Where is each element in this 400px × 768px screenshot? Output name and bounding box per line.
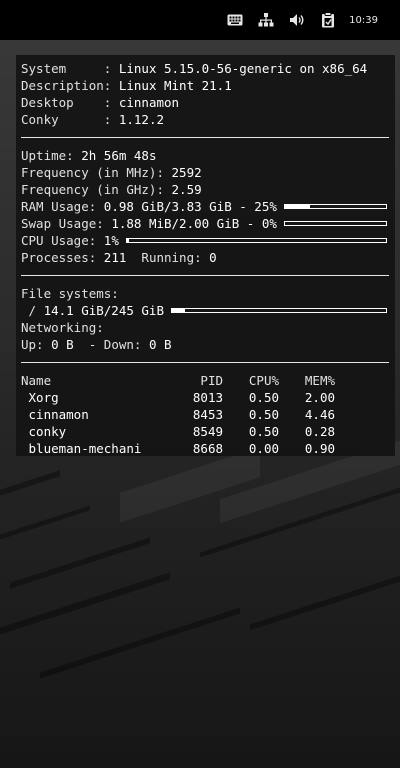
freq-mhz-row: Frequency (in MHz): 2592: [21, 164, 390, 181]
networking-title: Networking:: [21, 320, 104, 335]
swap-usage-bar: [283, 221, 387, 226]
cpu-row: CPU Usage: 1%: [21, 232, 390, 249]
cpu-usage-fill: [126, 239, 130, 242]
conky-value: 1.12.2: [118, 112, 164, 127]
cpu-usage-bar: [125, 238, 387, 243]
conky-widget: System : Linux 5.15.0-56-generic on x86_…: [16, 55, 395, 456]
process-mem: 0.28: [304, 424, 335, 439]
system-tray: 10:39: [219, 0, 400, 40]
ram-value: 0.98 GiB/3.83 GiB - 25%: [103, 199, 277, 214]
root-fs-label: /: [21, 303, 44, 318]
process-pid: 8549: [192, 424, 223, 439]
ram-usage-fill: [284, 205, 311, 208]
desktop-value: cinnamon: [118, 95, 180, 110]
process-name: conky: [21, 424, 67, 439]
freq-mhz-value: 2592: [171, 165, 202, 180]
process-cpu: 0.50: [248, 424, 279, 439]
filesystems-title-row: File systems:: [21, 285, 390, 302]
process-pid: 8453: [192, 407, 223, 422]
uptime-label: Uptime:: [21, 148, 82, 163]
swap-label: Swap Usage:: [21, 216, 112, 231]
cpu-label: CPU Usage:: [21, 233, 104, 248]
process-mem: 4.46: [304, 407, 335, 422]
top-panel: 10:39: [0, 0, 400, 40]
process-cpu: 0.50: [248, 407, 279, 422]
process-pid: 8013: [192, 390, 223, 405]
freq-ghz-label: Frequency (in GHz):: [21, 182, 172, 197]
processes-value: 211: [103, 250, 127, 265]
col-cpu-header: CPU%: [248, 373, 279, 388]
process-name: cinnamon: [21, 407, 89, 422]
uptime-value: 2h 56m 48s: [81, 148, 157, 163]
filesystems-title: File systems:: [21, 286, 119, 301]
network-traffic-row: Up: 0 B - Down: 0 B: [21, 336, 390, 353]
volume-icon[interactable]: [281, 0, 312, 40]
description-row: Description: Linux Mint 21.1: [21, 77, 390, 94]
clipboard-icon[interactable]: [312, 0, 343, 40]
table-row: blueman-mechani 8668 0.00 0.90: [21, 440, 390, 457]
conky-row: Conky : 1.12.2: [21, 111, 390, 128]
desktop-label: Desktop :: [21, 95, 119, 110]
col-mem-header: MEM%: [304, 373, 335, 388]
root-fs-usage-fill: [172, 309, 185, 312]
swap-value: 1.88 MiB/2.00 GiB - 0%: [111, 216, 277, 231]
ram-row: RAM Usage: 0.98 GiB/3.83 GiB - 25%: [21, 198, 390, 215]
description-value: Linux Mint 21.1: [118, 78, 232, 93]
process-mem: 0.90: [304, 441, 335, 456]
processes-row: Processes: 211 Running: 0: [21, 249, 390, 266]
freq-ghz-row: Frequency (in GHz): 2.59: [21, 181, 390, 198]
networking-title-row: Networking:: [21, 319, 390, 336]
process-cpu: 0.00: [248, 441, 279, 456]
table-row: cinnamon 8453 0.50 4.46: [21, 406, 390, 423]
running-value: 0: [209, 250, 217, 265]
freq-ghz-value: 2.59: [171, 182, 202, 197]
table-row: conky 8549 0.50 0.28: [21, 423, 390, 440]
conky-label: Conky :: [21, 112, 119, 127]
freq-mhz-label: Frequency (in MHz):: [21, 165, 172, 180]
process-table-header: Name PID CPU% MEM%: [21, 372, 390, 389]
clock[interactable]: 10:39: [343, 15, 400, 26]
process-mem: 2.00: [304, 390, 335, 405]
ram-label: RAM Usage:: [21, 199, 104, 214]
uptime-row: Uptime: 2h 56m 48s: [21, 147, 390, 164]
down-value: 0 B: [148, 337, 172, 352]
process-name: Xorg: [21, 390, 59, 405]
table-row: Xorg 8013 0.50 2.00: [21, 389, 390, 406]
up-value: 0 B: [51, 337, 74, 352]
running-label: Running:: [126, 250, 210, 265]
network-icon[interactable]: [250, 0, 281, 40]
ram-usage-bar: [283, 204, 387, 209]
root-fs-value: 14.1 GiB/245 GiB: [43, 303, 164, 318]
system-row: System : Linux 5.15.0-56-generic on x86_…: [21, 60, 390, 77]
col-pid-header: PID: [200, 373, 223, 388]
desktop-row: Desktop : cinnamon: [21, 94, 390, 111]
col-name-header: Name: [21, 373, 52, 388]
divider: [21, 362, 389, 363]
keyboard-icon[interactable]: [219, 0, 250, 40]
root-fs-row: / 14.1 GiB/245 GiB: [21, 302, 390, 319]
system-value: Linux 5.15.0-56-generic on x86_64: [118, 61, 368, 76]
cpu-value: 1%: [103, 233, 119, 248]
divider: [21, 275, 389, 276]
processes-label: Processes:: [21, 250, 104, 265]
divider: [21, 137, 389, 138]
process-pid: 8668: [192, 441, 223, 456]
swap-row: Swap Usage: 1.88 MiB/2.00 GiB - 0%: [21, 215, 390, 232]
root-fs-usage-bar: [171, 308, 387, 313]
description-label: Description:: [21, 78, 119, 93]
up-label: Up:: [21, 337, 52, 352]
process-cpu: 0.50: [248, 390, 279, 405]
down-label: - Down:: [73, 337, 149, 352]
system-label: System :: [21, 61, 119, 76]
process-name: blueman-mechani: [21, 441, 142, 456]
